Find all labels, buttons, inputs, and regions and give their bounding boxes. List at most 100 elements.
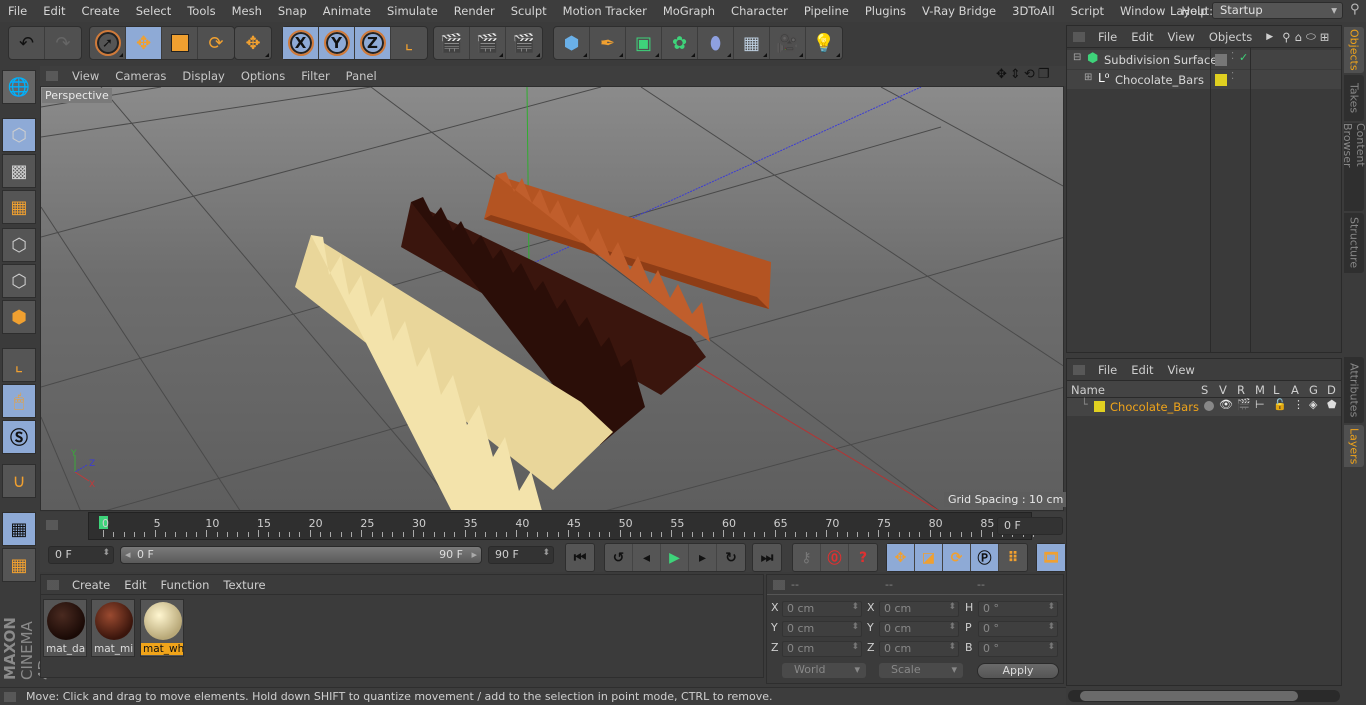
material-menu-texture[interactable]: Texture bbox=[216, 578, 272, 592]
current-frame-field[interactable]: 0 F bbox=[997, 517, 1063, 535]
view-eye-icon[interactable]: 👁 bbox=[1219, 398, 1233, 411]
record-key-icon[interactable]: ⚷ bbox=[793, 544, 821, 571]
col-solo[interactable]: S bbox=[1201, 383, 1208, 397]
rotate-tool-icon[interactable]: ⟳ bbox=[198, 27, 234, 59]
menu-script[interactable]: Script bbox=[1063, 4, 1112, 18]
render-clapper-icon[interactable]: 🎬 bbox=[1237, 398, 1251, 411]
generator-icon[interactable]: ◈ bbox=[1309, 398, 1317, 411]
menu-animate[interactable]: Animate bbox=[315, 4, 379, 18]
layers-menu-file[interactable]: File bbox=[1091, 363, 1124, 377]
enabled-check-icon[interactable]: ✓ bbox=[1239, 51, 1248, 64]
menu-mograph[interactable]: MoGraph bbox=[655, 4, 723, 18]
solo-toggle[interactable] bbox=[1204, 401, 1214, 411]
layers-menu-view[interactable]: View bbox=[1161, 363, 1202, 377]
render-view-icon[interactable]: 🎬 bbox=[434, 27, 470, 59]
magnet-icon[interactable]: ∪ bbox=[2, 464, 36, 498]
menu-create[interactable]: Create bbox=[74, 4, 128, 18]
layer-row-chocolate-bars[interactable]: └ Chocolate_Bars 👁 🎬 ⊢ 🔓 ⋮ ◈ ⬟ bbox=[1067, 398, 1341, 416]
menu-pipeline[interactable]: Pipeline bbox=[796, 4, 857, 18]
search-icon[interactable]: ⚲ bbox=[1280, 30, 1292, 44]
position-z-field[interactable]: 0 cm bbox=[782, 641, 862, 657]
key-rotation-icon[interactable]: ⟳ bbox=[943, 544, 971, 571]
layer-swatch[interactable] bbox=[1215, 54, 1227, 66]
col-locked[interactable]: L bbox=[1273, 383, 1279, 397]
points-mode-icon[interactable]: ⬡ bbox=[2, 228, 36, 262]
new-view-icon[interactable]: ⊞ bbox=[1318, 30, 1332, 44]
manager-hierarchy-icon[interactable]: ⊢ bbox=[1255, 398, 1265, 411]
object-row-chocolate-bars[interactable]: ⊞ L⁰ Chocolate_Bars ⁚ bbox=[1067, 70, 1341, 90]
col-render[interactable]: R bbox=[1237, 383, 1245, 397]
autokey-icon[interactable]: ⓪ bbox=[821, 544, 849, 571]
texture-mode-icon[interactable]: ▩ bbox=[2, 154, 36, 188]
next-key-icon[interactable]: ↻ bbox=[717, 544, 745, 571]
light-icon[interactable]: 💡 bbox=[806, 27, 842, 59]
more-arrow-icon[interactable]: ▶ bbox=[1259, 32, 1280, 42]
rotation-b-field[interactable]: 0 ° bbox=[978, 641, 1058, 657]
key-scale-icon[interactable]: ◪ bbox=[915, 544, 943, 571]
maximize-icon[interactable]: ❐ bbox=[1038, 67, 1050, 82]
polygons-mode-icon[interactable]: ⬢ bbox=[2, 300, 36, 334]
render-settings-icon[interactable]: 🎬 bbox=[506, 27, 542, 59]
floor-icon[interactable]: ▦ bbox=[734, 27, 770, 59]
size-y-field[interactable]: 0 cm bbox=[879, 621, 959, 637]
material-menu-function[interactable]: Function bbox=[154, 578, 217, 592]
camera-label[interactable]: Perspective bbox=[42, 88, 112, 103]
layout-select[interactable]: Startup bbox=[1212, 2, 1343, 19]
menu-render[interactable]: Render bbox=[446, 4, 503, 18]
objects-menu-file[interactable]: File bbox=[1091, 30, 1124, 44]
viewport-menu-options[interactable]: Options bbox=[233, 69, 293, 83]
x-axis-lock-button[interactable]: X bbox=[283, 27, 319, 59]
col-generators[interactable]: G bbox=[1309, 383, 1318, 397]
visibility-dots-icon[interactable]: ⁚ bbox=[1231, 71, 1234, 82]
redo-icon[interactable]: ↷ bbox=[45, 27, 81, 59]
menu-vray-bridge[interactable]: V-Ray Bridge bbox=[914, 4, 1004, 18]
size-mode-dropdown[interactable]: Scale bbox=[879, 663, 963, 678]
position-x-field[interactable]: 0 cm bbox=[782, 601, 862, 617]
tab-attributes[interactable]: Attributes bbox=[1344, 357, 1364, 423]
bookmark-icon[interactable]: ⬭ bbox=[1304, 29, 1318, 44]
coordinate-mode-dropdown[interactable]: World bbox=[782, 663, 866, 678]
material-menu-create[interactable]: Create bbox=[65, 578, 117, 592]
y-axis-lock-button[interactable]: Y bbox=[319, 27, 355, 59]
objects-menu-view[interactable]: View bbox=[1161, 30, 1202, 44]
axis-mode-icon[interactable]: ⌞ bbox=[2, 348, 36, 382]
pen-icon[interactable]: ✒ bbox=[590, 27, 626, 59]
col-manager[interactable]: M bbox=[1255, 383, 1265, 397]
goto-end-icon[interactable]: ⏭ bbox=[753, 544, 781, 571]
layer-color-swatch[interactable] bbox=[1215, 74, 1227, 86]
material-mat-white[interactable]: mat_wh bbox=[140, 599, 184, 657]
array-icon[interactable]: ✿ bbox=[662, 27, 698, 59]
tab-layers[interactable]: Layers bbox=[1344, 425, 1364, 467]
render-to-picture-viewer-icon[interactable]: 🎬 bbox=[470, 27, 506, 59]
preview-start-field[interactable]: 0 F bbox=[48, 546, 114, 564]
prev-frame-icon[interactable]: ◂ bbox=[633, 544, 661, 571]
cube-icon[interactable]: ⬢ bbox=[554, 27, 590, 59]
timeline-ruler[interactable]: 051015202530354045505560657075808590 bbox=[88, 512, 1046, 540]
menu-sculpt[interactable]: Sculpt bbox=[503, 4, 555, 18]
size-x-field[interactable]: 0 cm bbox=[879, 601, 959, 617]
rotation-h-field[interactable]: 0 ° bbox=[978, 601, 1058, 617]
locked-workplane-icon[interactable]: ▦ bbox=[2, 512, 36, 546]
layer-horizontal-scrollbar[interactable] bbox=[1068, 690, 1340, 702]
preview-end-field[interactable]: 90 F bbox=[488, 546, 554, 564]
pan-icon[interactable]: ✥ bbox=[996, 67, 1007, 82]
rotation-p-field[interactable]: 0 ° bbox=[978, 621, 1058, 637]
workplane-mode-icon[interactable]: ▦ bbox=[2, 190, 36, 224]
key-point-level-icon[interactable]: ⠿ bbox=[999, 544, 1027, 571]
menu-plugins[interactable]: Plugins bbox=[857, 4, 914, 18]
orbit-icon[interactable]: ⟲ bbox=[1024, 67, 1035, 82]
key-parameter-icon[interactable]: Ⓟ bbox=[971, 544, 999, 571]
menu-motion-tracker[interactable]: Motion Tracker bbox=[555, 4, 655, 18]
apply-button[interactable]: Apply bbox=[977, 663, 1059, 679]
keyframe-selection-icon[interactable]: ? bbox=[849, 544, 877, 571]
menu-window[interactable]: Window bbox=[1112, 4, 1173, 18]
tab-content-browser[interactable]: Content Browser bbox=[1341, 123, 1366, 211]
home-icon[interactable]: ⌂ bbox=[1293, 30, 1304, 44]
search-icon[interactable]: ⚲ bbox=[1350, 2, 1360, 17]
key-position-icon[interactable]: ✥ bbox=[887, 544, 915, 571]
live-selection-icon[interactable]: ➚ bbox=[90, 27, 126, 59]
menu-mesh[interactable]: Mesh bbox=[224, 4, 270, 18]
col-view[interactable]: V bbox=[1219, 383, 1227, 397]
next-frame-icon[interactable]: ▸ bbox=[689, 544, 717, 571]
expand-icon[interactable]: ⊞ bbox=[1084, 72, 1092, 83]
